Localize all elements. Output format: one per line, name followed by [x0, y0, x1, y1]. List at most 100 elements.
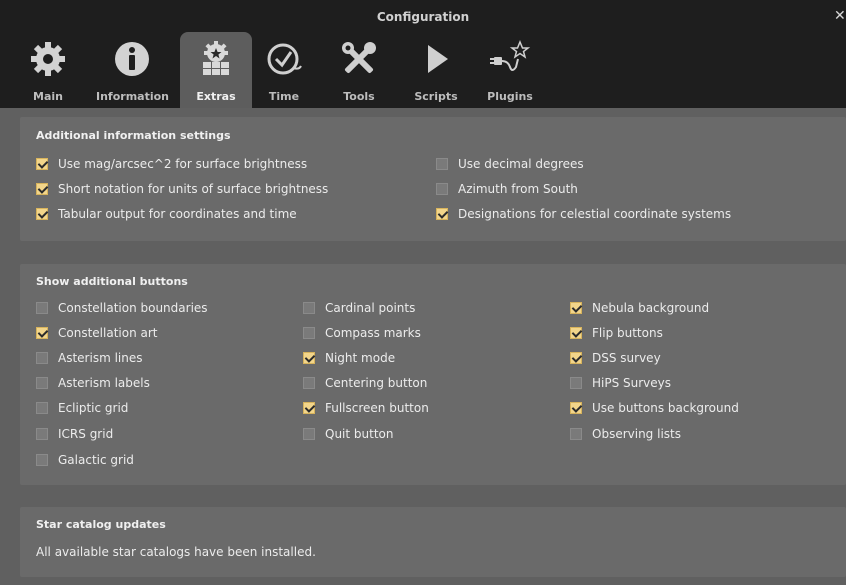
tab-main[interactable]: Main: [12, 32, 84, 108]
checkbox[interactable]: [303, 428, 315, 440]
checkbox-row[interactable]: Azimuth from South: [436, 179, 578, 199]
checkbox[interactable]: [436, 183, 448, 195]
checkbox-label: Night mode: [325, 351, 396, 365]
checkbox[interactable]: [36, 377, 48, 389]
checkbox-label: Nebula background: [592, 301, 710, 315]
checkbox-label: DSS survey: [592, 351, 661, 365]
panel-title: Additional information settings: [36, 129, 231, 142]
tab-label: Extras: [196, 90, 236, 103]
checkbox[interactable]: [303, 377, 315, 389]
tab-time[interactable]: Time: [248, 32, 320, 108]
checkbox[interactable]: [36, 428, 48, 440]
close-icon[interactable]: ✕: [834, 8, 846, 24]
checkbox-label: Constellation boundaries: [58, 301, 208, 315]
checkbox-row[interactable]: Constellation art: [36, 323, 157, 343]
checkbox[interactable]: [570, 428, 582, 440]
checkbox[interactable]: [436, 208, 448, 220]
checkbox-label: Quit button: [325, 427, 394, 441]
checkbox-label: Constellation art: [58, 326, 158, 340]
panel-title: Star catalog updates: [36, 518, 166, 531]
checkbox-row[interactable]: Nebula background: [570, 298, 709, 318]
checkbox-row[interactable]: ICRS grid: [36, 424, 113, 444]
play-icon: [400, 38, 472, 80]
checkbox-row[interactable]: Use decimal degrees: [436, 154, 584, 174]
tab-label: Plugins: [487, 90, 533, 103]
checkbox-label: Fullscreen button: [325, 401, 429, 415]
checkbox-row[interactable]: Fullscreen button: [303, 398, 429, 418]
checkbox[interactable]: [36, 327, 48, 339]
checkbox-row[interactable]: Asterism labels: [36, 373, 150, 393]
checkbox-label: Cardinal points: [325, 301, 416, 315]
checkbox-row[interactable]: Centering button: [303, 373, 427, 393]
checkbox[interactable]: [570, 327, 582, 339]
checkbox[interactable]: [570, 377, 582, 389]
checkbox-label: Use buttons background: [592, 401, 739, 415]
tab-toolbar: Main Information Extras Time Tools Scrip…: [0, 32, 846, 108]
checkbox-row[interactable]: Tabular output for coordinates and time: [36, 204, 297, 224]
checkbox-row[interactable]: Short notation for units of surface brig…: [36, 179, 328, 199]
checkbox-row[interactable]: Observing lists: [570, 424, 681, 444]
checkbox-row[interactable]: Quit button: [303, 424, 393, 444]
tab-label: Time: [268, 90, 300, 103]
checkbox[interactable]: [570, 352, 582, 364]
checkbox-row[interactable]: Galactic grid: [36, 450, 134, 470]
checkbox-label: Galactic grid: [58, 453, 134, 467]
catalog-status-text: All available star catalogs have been in…: [36, 545, 316, 559]
checkbox-row[interactable]: Cardinal points: [303, 298, 415, 318]
checkbox[interactable]: [36, 402, 48, 414]
tab-label: Information: [96, 90, 169, 103]
window-title: Configuration: [376, 10, 470, 24]
checkbox[interactable]: [36, 208, 48, 220]
tab-extras[interactable]: Extras: [180, 32, 252, 108]
checkbox-row[interactable]: Use mag/arcsec^2 for surface brightness: [36, 154, 307, 174]
checkbox-row[interactable]: Constellation boundaries: [36, 298, 208, 318]
checkbox-label: Asterism labels: [58, 376, 150, 390]
checkbox[interactable]: [36, 454, 48, 466]
checkbox-row[interactable]: HiPS Surveys: [570, 373, 671, 393]
checkbox-label: Centering button: [325, 376, 428, 390]
checkbox-row[interactable]: Designations for celestial coordinate sy…: [436, 204, 731, 224]
checkbox-label: Ecliptic grid: [58, 401, 129, 415]
tab-plugins[interactable]: Plugins: [474, 32, 546, 108]
checkbox-row[interactable]: Flip buttons: [570, 323, 663, 343]
checkbox-row[interactable]: Ecliptic grid: [36, 398, 128, 418]
tab-information[interactable]: Information: [96, 32, 169, 108]
checkbox[interactable]: [36, 158, 48, 170]
checkbox[interactable]: [436, 158, 448, 170]
clock-icon: [248, 38, 320, 80]
checkbox-label: Observing lists: [592, 427, 681, 441]
checkbox-label: Use mag/arcsec^2 for surface brightness: [58, 157, 308, 171]
checkbox-label: Asterism lines: [58, 351, 143, 365]
tab-label: Main: [33, 90, 63, 103]
checkbox-label: Designations for celestial coordinate sy…: [458, 207, 732, 221]
plug-icon: [474, 38, 546, 80]
checkbox[interactable]: [303, 302, 315, 314]
checkbox[interactable]: [36, 352, 48, 364]
additional-buttons-panel: Show additional buttons Constellation bo…: [20, 264, 846, 485]
checkbox[interactable]: [570, 302, 582, 314]
checkbox-label: Compass marks: [325, 326, 421, 340]
checkbox-label: Short notation for units of surface brig…: [58, 182, 329, 196]
tab-label: Scripts: [414, 90, 458, 103]
tools-icon: [323, 38, 395, 80]
checkbox-row[interactable]: Compass marks: [303, 323, 421, 343]
checkbox-row[interactable]: Use buttons background: [570, 398, 739, 418]
checkbox[interactable]: [303, 327, 315, 339]
checkbox-row[interactable]: Night mode: [303, 348, 395, 368]
checkbox[interactable]: [36, 302, 48, 314]
checkbox[interactable]: [36, 183, 48, 195]
additional-info-panel: Additional information settings Use mag/…: [20, 117, 846, 241]
checkbox-label: ICRS grid: [58, 427, 114, 441]
checkbox[interactable]: [570, 402, 582, 414]
checkbox[interactable]: [303, 352, 315, 364]
tab-tools[interactable]: Tools: [323, 32, 395, 108]
title-bar: Configuration ✕: [0, 0, 846, 32]
star-catalog-panel: Star catalog updates All available star …: [20, 507, 846, 577]
checkbox-row[interactable]: Asterism lines: [36, 348, 142, 368]
checkbox[interactable]: [303, 402, 315, 414]
tab-label: Tools: [343, 90, 375, 103]
checkbox-row[interactable]: DSS survey: [570, 348, 661, 368]
checkbox-label: HiPS Surveys: [592, 376, 672, 390]
tab-scripts[interactable]: Scripts: [400, 32, 472, 108]
gear-icon: [12, 38, 84, 80]
